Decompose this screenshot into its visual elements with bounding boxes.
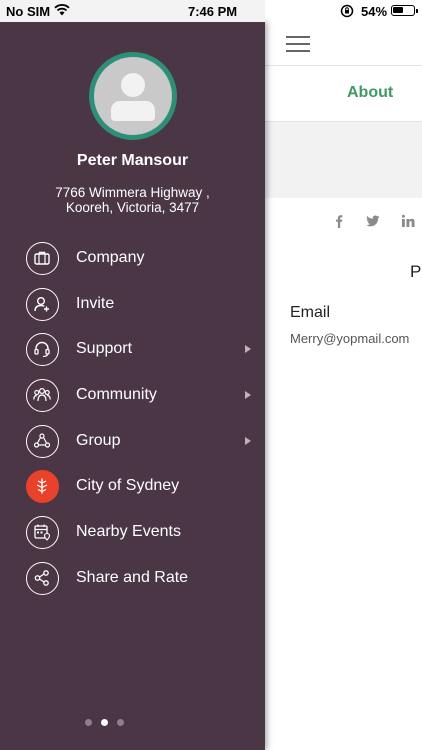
battery-percent: 54% — [361, 4, 388, 19]
battery-nub — [416, 9, 418, 13]
menu-item-label: Invite — [76, 294, 115, 312]
wifi-icon — [54, 4, 70, 16]
twitter-icon[interactable] — [366, 214, 380, 228]
tab-about[interactable]: About — [347, 84, 393, 102]
profile-page: About P Email Merry@yopmail.com — [265, 22, 422, 750]
menu-item-label: Company — [76, 249, 145, 266]
briefcase-icon — [26, 242, 59, 275]
page-dot-active[interactable] — [101, 719, 108, 726]
side-drawer: Peter Mansour 7766 Wimmera Highway , Koo… — [0, 22, 265, 750]
clock: 7:46 PM — [188, 4, 238, 19]
address-line-1: 7766 Wimmera Highway , — [55, 185, 210, 200]
headset-icon — [26, 333, 59, 367]
menu-item-group[interactable]: Group — [0, 419, 265, 465]
menu-item-nearby-events[interactable]: Nearby Events — [0, 510, 265, 556]
menu-item-label: Share and Rate — [76, 568, 189, 586]
profile-banner — [265, 122, 422, 198]
menu-item-support[interactable]: Support — [0, 327, 265, 373]
menu-item-company[interactable]: Company — [0, 236, 265, 282]
avatar[interactable] — [89, 52, 177, 140]
menu-item-label: Community — [76, 386, 157, 404]
chevron-right-icon — [245, 436, 251, 445]
top-bar — [265, 22, 422, 66]
user-name: Peter Mansour — [76, 152, 189, 169]
section-heading-partial: P — [410, 262, 422, 281]
battery-icon — [391, 5, 418, 16]
menu-item-invite[interactable]: Invite — [0, 282, 265, 328]
menu-icon[interactable] — [286, 34, 310, 54]
menu-item-label: Group — [76, 431, 121, 449]
facebook-icon[interactable] — [332, 214, 346, 228]
menu-item-city-of-sydney[interactable]: City of Sydney — [0, 464, 265, 510]
page-dot[interactable] — [85, 719, 92, 726]
add-user-icon — [26, 287, 59, 321]
group-icon — [26, 424, 59, 458]
tab-bar: About — [265, 66, 422, 122]
menu-item-label: City of Sydney — [76, 477, 180, 495]
user-address: 7766 Wimmera Highway , Kooreh, Victoria,… — [0, 185, 265, 215]
battery-fill — [393, 7, 403, 13]
menu-item-label: Support — [76, 340, 133, 358]
chevron-right-icon — [245, 345, 251, 354]
drawer-menu: Company Invite Support Community Group C… — [0, 236, 265, 602]
page-dot[interactable] — [117, 719, 124, 726]
share-icon — [26, 561, 59, 595]
rotation-lock-icon — [340, 4, 354, 18]
avatar-placeholder-icon — [94, 57, 172, 135]
calendar-location-icon — [26, 516, 59, 550]
address-line-2: Kooreh, Victoria, 3477 — [65, 200, 200, 215]
chevron-right-icon — [245, 391, 251, 400]
carrier-label: No SIM — [6, 4, 51, 19]
menu-item-label: Nearby Events — [76, 523, 181, 541]
city-of-sydney-logo-icon — [26, 470, 59, 504]
menu-item-share-and-rate[interactable]: Share and Rate — [0, 556, 265, 602]
email-value[interactable]: Merry@yopmail.com — [290, 331, 409, 346]
menu-item-community[interactable]: Community — [0, 373, 265, 419]
linkedin-icon[interactable] — [401, 214, 415, 228]
status-bar: No SIM 7:46 PM 54% — [0, 0, 422, 22]
email-label: Email — [290, 304, 331, 321]
people-icon — [26, 379, 59, 413]
